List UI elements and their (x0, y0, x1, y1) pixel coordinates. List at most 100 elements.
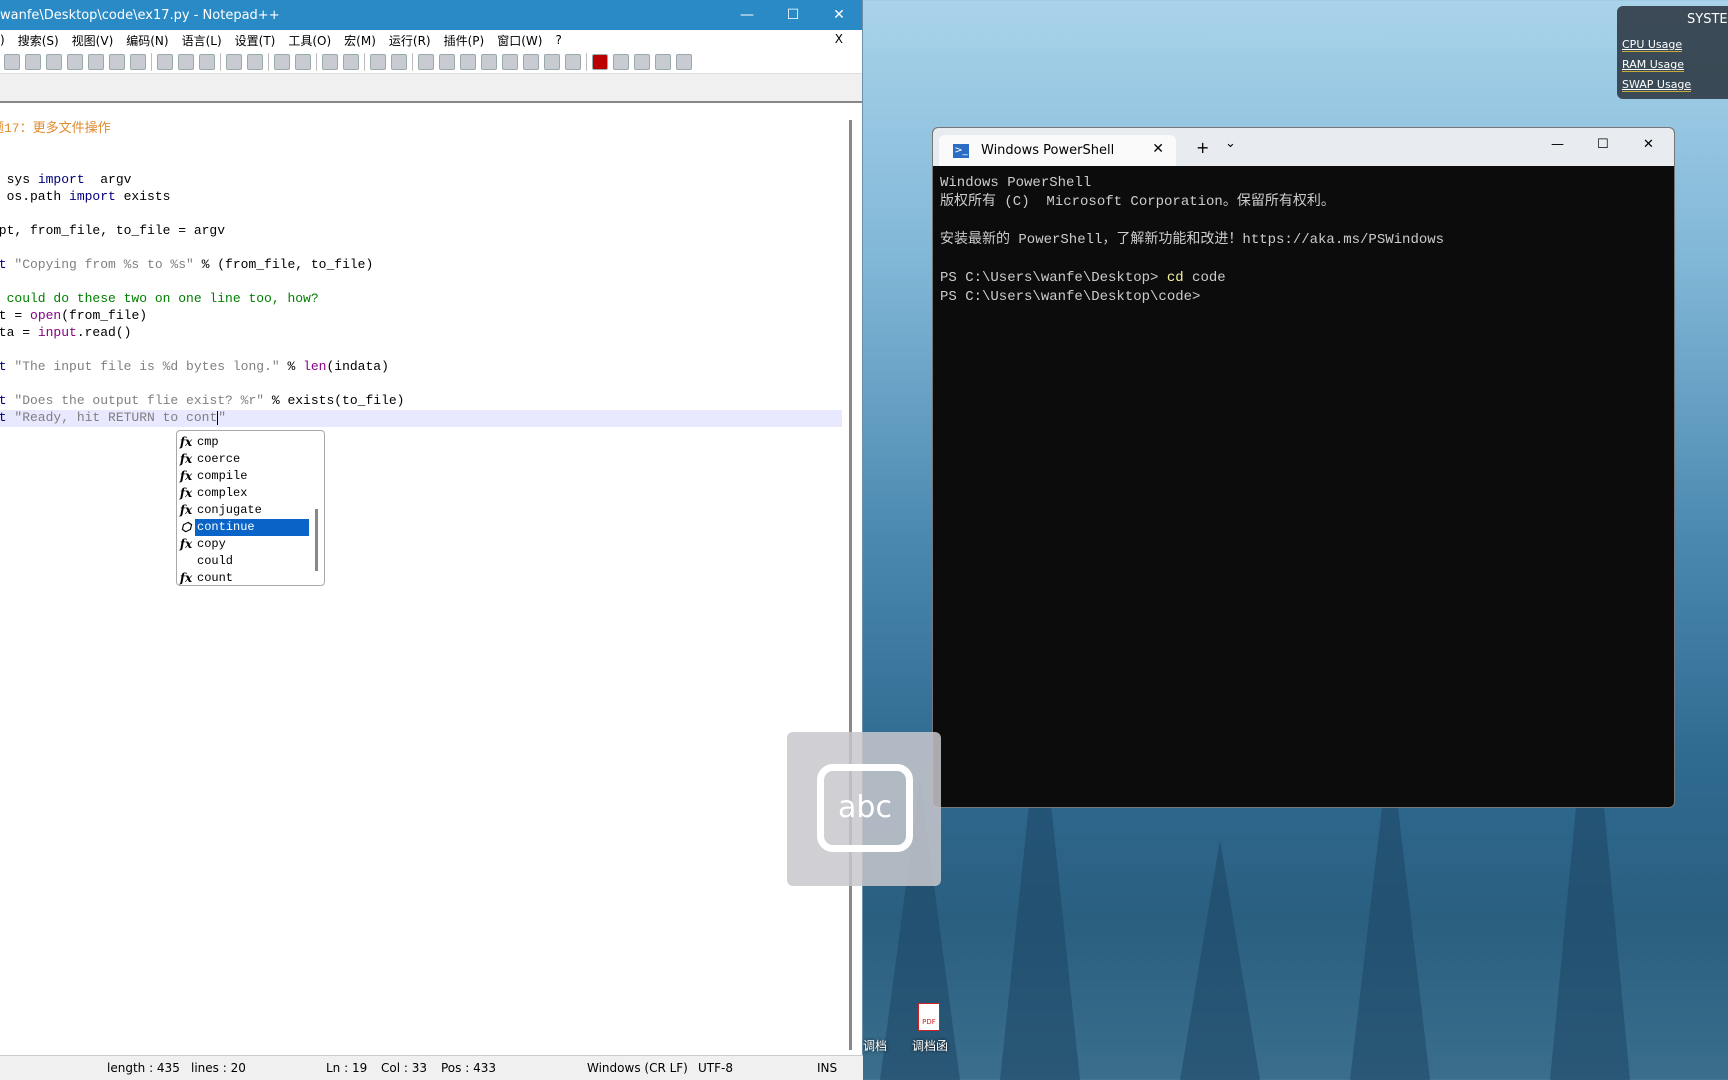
close-document-button[interactable]: X (835, 32, 843, 46)
swap-usage-label[interactable]: SWAP Usage (1622, 78, 1692, 92)
close-tab-icon[interactable]: ✕ (1152, 141, 1164, 157)
autocomplete-item[interactable]: fx conjugate (177, 502, 324, 519)
toolbar-separator (220, 52, 221, 71)
zoom-in-icon[interactable] (322, 53, 338, 70)
code-token: nt (0, 393, 7, 408)
autocomplete-item[interactable]: ⬡ continue (177, 519, 324, 536)
save-icon[interactable] (46, 53, 62, 70)
code-token: (from_file) (61, 308, 148, 323)
menu-item[interactable]: 视图(V) (72, 32, 114, 49)
copy-icon[interactable] (178, 53, 194, 70)
terminal-tab-bar: >_ Windows PowerShell ✕ + ⌄ — ☐ ✕ (933, 128, 1674, 166)
func-list-icon[interactable] (523, 53, 539, 70)
maximize-button[interactable]: ☐ (770, 7, 816, 23)
new-tab-button[interactable]: + (1196, 138, 1209, 157)
menu-item[interactable]: ) (0, 33, 5, 47)
desktop-icon-2[interactable]: 调档函 (912, 1037, 948, 1054)
maximize-button[interactable]: ☐ (1597, 137, 1609, 152)
redo-icon[interactable] (247, 53, 263, 70)
menu-item[interactable]: 运行(R) (389, 32, 431, 49)
code-token: ata = (0, 325, 31, 340)
close-all-icon[interactable] (109, 53, 125, 70)
menu-bar: ) 搜索(S) 视图(V) 编码(N) 语言(L) 设置(T) 工具(O) 宏(M) 运行(R)… (0, 30, 862, 50)
autocomplete-list[interactable]: fx cmp fx coerce fx compile fx complex fx conjuga… (176, 430, 325, 586)
autocomplete-item[interactable]: fx complex (177, 485, 324, 502)
print-icon[interactable] (130, 53, 146, 70)
replace-icon[interactable] (295, 53, 311, 70)
code-line: nt = open(from_file) (0, 307, 147, 324)
find-icon[interactable] (274, 53, 290, 70)
cut-icon[interactable] (157, 53, 173, 70)
menu-item[interactable]: 设置(T) (235, 32, 276, 49)
menu-item[interactable]: 插件(P) (444, 32, 485, 49)
close-icon[interactable] (88, 53, 104, 70)
menu-item[interactable]: 搜索(S) (18, 32, 59, 49)
play-icon[interactable] (634, 53, 650, 70)
tab-windows-powershell[interactable]: >_ Windows PowerShell ✕ (939, 135, 1176, 166)
autocomplete-label: count (197, 571, 234, 585)
code-token: % (from_file, to_file) (193, 257, 374, 272)
record-icon[interactable] (592, 53, 608, 70)
menu-item[interactable]: 编码(N) (126, 32, 168, 49)
autocomplete-item[interactable]: fx coerce (177, 451, 324, 468)
paste-icon[interactable] (199, 53, 215, 70)
pdf-file-icon[interactable]: PDF (918, 1003, 940, 1031)
vertical-scrollbar[interactable] (849, 120, 852, 1050)
undo-icon[interactable] (226, 53, 242, 70)
close-button[interactable]: ✕ (816, 7, 862, 23)
tab-title: Windows PowerShell (981, 143, 1115, 158)
stop-icon[interactable] (613, 53, 629, 70)
autocomplete-item[interactable]: fx count (177, 570, 324, 587)
ime-indicator: abc (787, 732, 941, 886)
minimize-button[interactable]: — (1551, 137, 1564, 152)
play-multi-icon[interactable] (655, 53, 671, 70)
menu-item[interactable]: 语言(L) (182, 32, 222, 49)
terminal-text: PS C:\Users\wanfe\Desktop> (940, 270, 1167, 286)
autocomplete-item[interactable]: fx copy (177, 536, 324, 553)
save-all-icon[interactable] (67, 53, 83, 70)
code-line: m sys import argv (0, 171, 132, 188)
terminal-output[interactable]: Windows PowerShell 版权所有 (C) Microsoft Cor… (933, 166, 1674, 315)
menu-item[interactable]: 工具(O) (288, 32, 331, 49)
desktop-icon-1[interactable]: 调档 (863, 1037, 887, 1054)
code-token: % (279, 359, 304, 374)
toolbar-separator (586, 52, 587, 71)
doc-map-icon[interactable] (502, 53, 518, 70)
autocomplete-label: coerce (197, 452, 241, 466)
udl-icon[interactable] (481, 53, 497, 70)
terminal-text: cd (1166, 270, 1184, 286)
zoom-out-icon[interactable] (343, 53, 359, 70)
autocomplete-item[interactable]: fx compile (177, 468, 324, 485)
save-macro-icon[interactable] (676, 53, 692, 70)
code-line: nt "Ready, hit RETURN to cont" (0, 409, 226, 426)
code-token: exists (115, 189, 171, 204)
show-all-icon[interactable] (439, 53, 455, 70)
menu-item[interactable]: 窗口(W) (497, 32, 542, 49)
menu-item[interactable]: ? (555, 33, 561, 47)
status-encoding[interactable]: UTF-8 (698, 1061, 733, 1075)
sync-h-icon[interactable] (391, 53, 407, 70)
open-icon[interactable] (25, 53, 41, 70)
close-button[interactable]: ✕ (1643, 137, 1654, 152)
folder-icon[interactable] (544, 53, 560, 70)
indent-guide-icon[interactable] (460, 53, 476, 70)
new-icon[interactable] (4, 53, 20, 70)
ram-usage-label[interactable]: RAM Usage (1622, 58, 1684, 72)
keyword-cube-icon: ⬡ (180, 520, 192, 534)
minimize-button[interactable]: — (724, 7, 770, 23)
code-editor[interactable]: 题17：更多文件操作 m sys import argvm os.path imp… (0, 103, 848, 1055)
code-line: m os.path import exists (0, 188, 171, 205)
word-wrap-icon[interactable] (418, 53, 434, 70)
tab-dropdown-button[interactable]: ⌄ (1225, 136, 1236, 151)
sync-v-icon[interactable] (370, 53, 386, 70)
autocomplete-scrollbar[interactable] (315, 509, 318, 571)
autocomplete-item[interactable]: fx cmp (177, 434, 324, 451)
cpu-usage-label[interactable]: CPU Usage (1622, 38, 1683, 52)
monitor-icon[interactable] (565, 53, 581, 70)
code-line: 题17：更多文件操作 (0, 120, 111, 137)
status-eol[interactable]: Windows (CR LF) (587, 1061, 688, 1075)
code-line: e could do these two on one line too, ho… (0, 290, 319, 307)
status-mode[interactable]: INS (817, 1061, 837, 1075)
menu-item[interactable]: 宏(M) (344, 32, 376, 49)
autocomplete-item[interactable]: could (177, 553, 324, 570)
